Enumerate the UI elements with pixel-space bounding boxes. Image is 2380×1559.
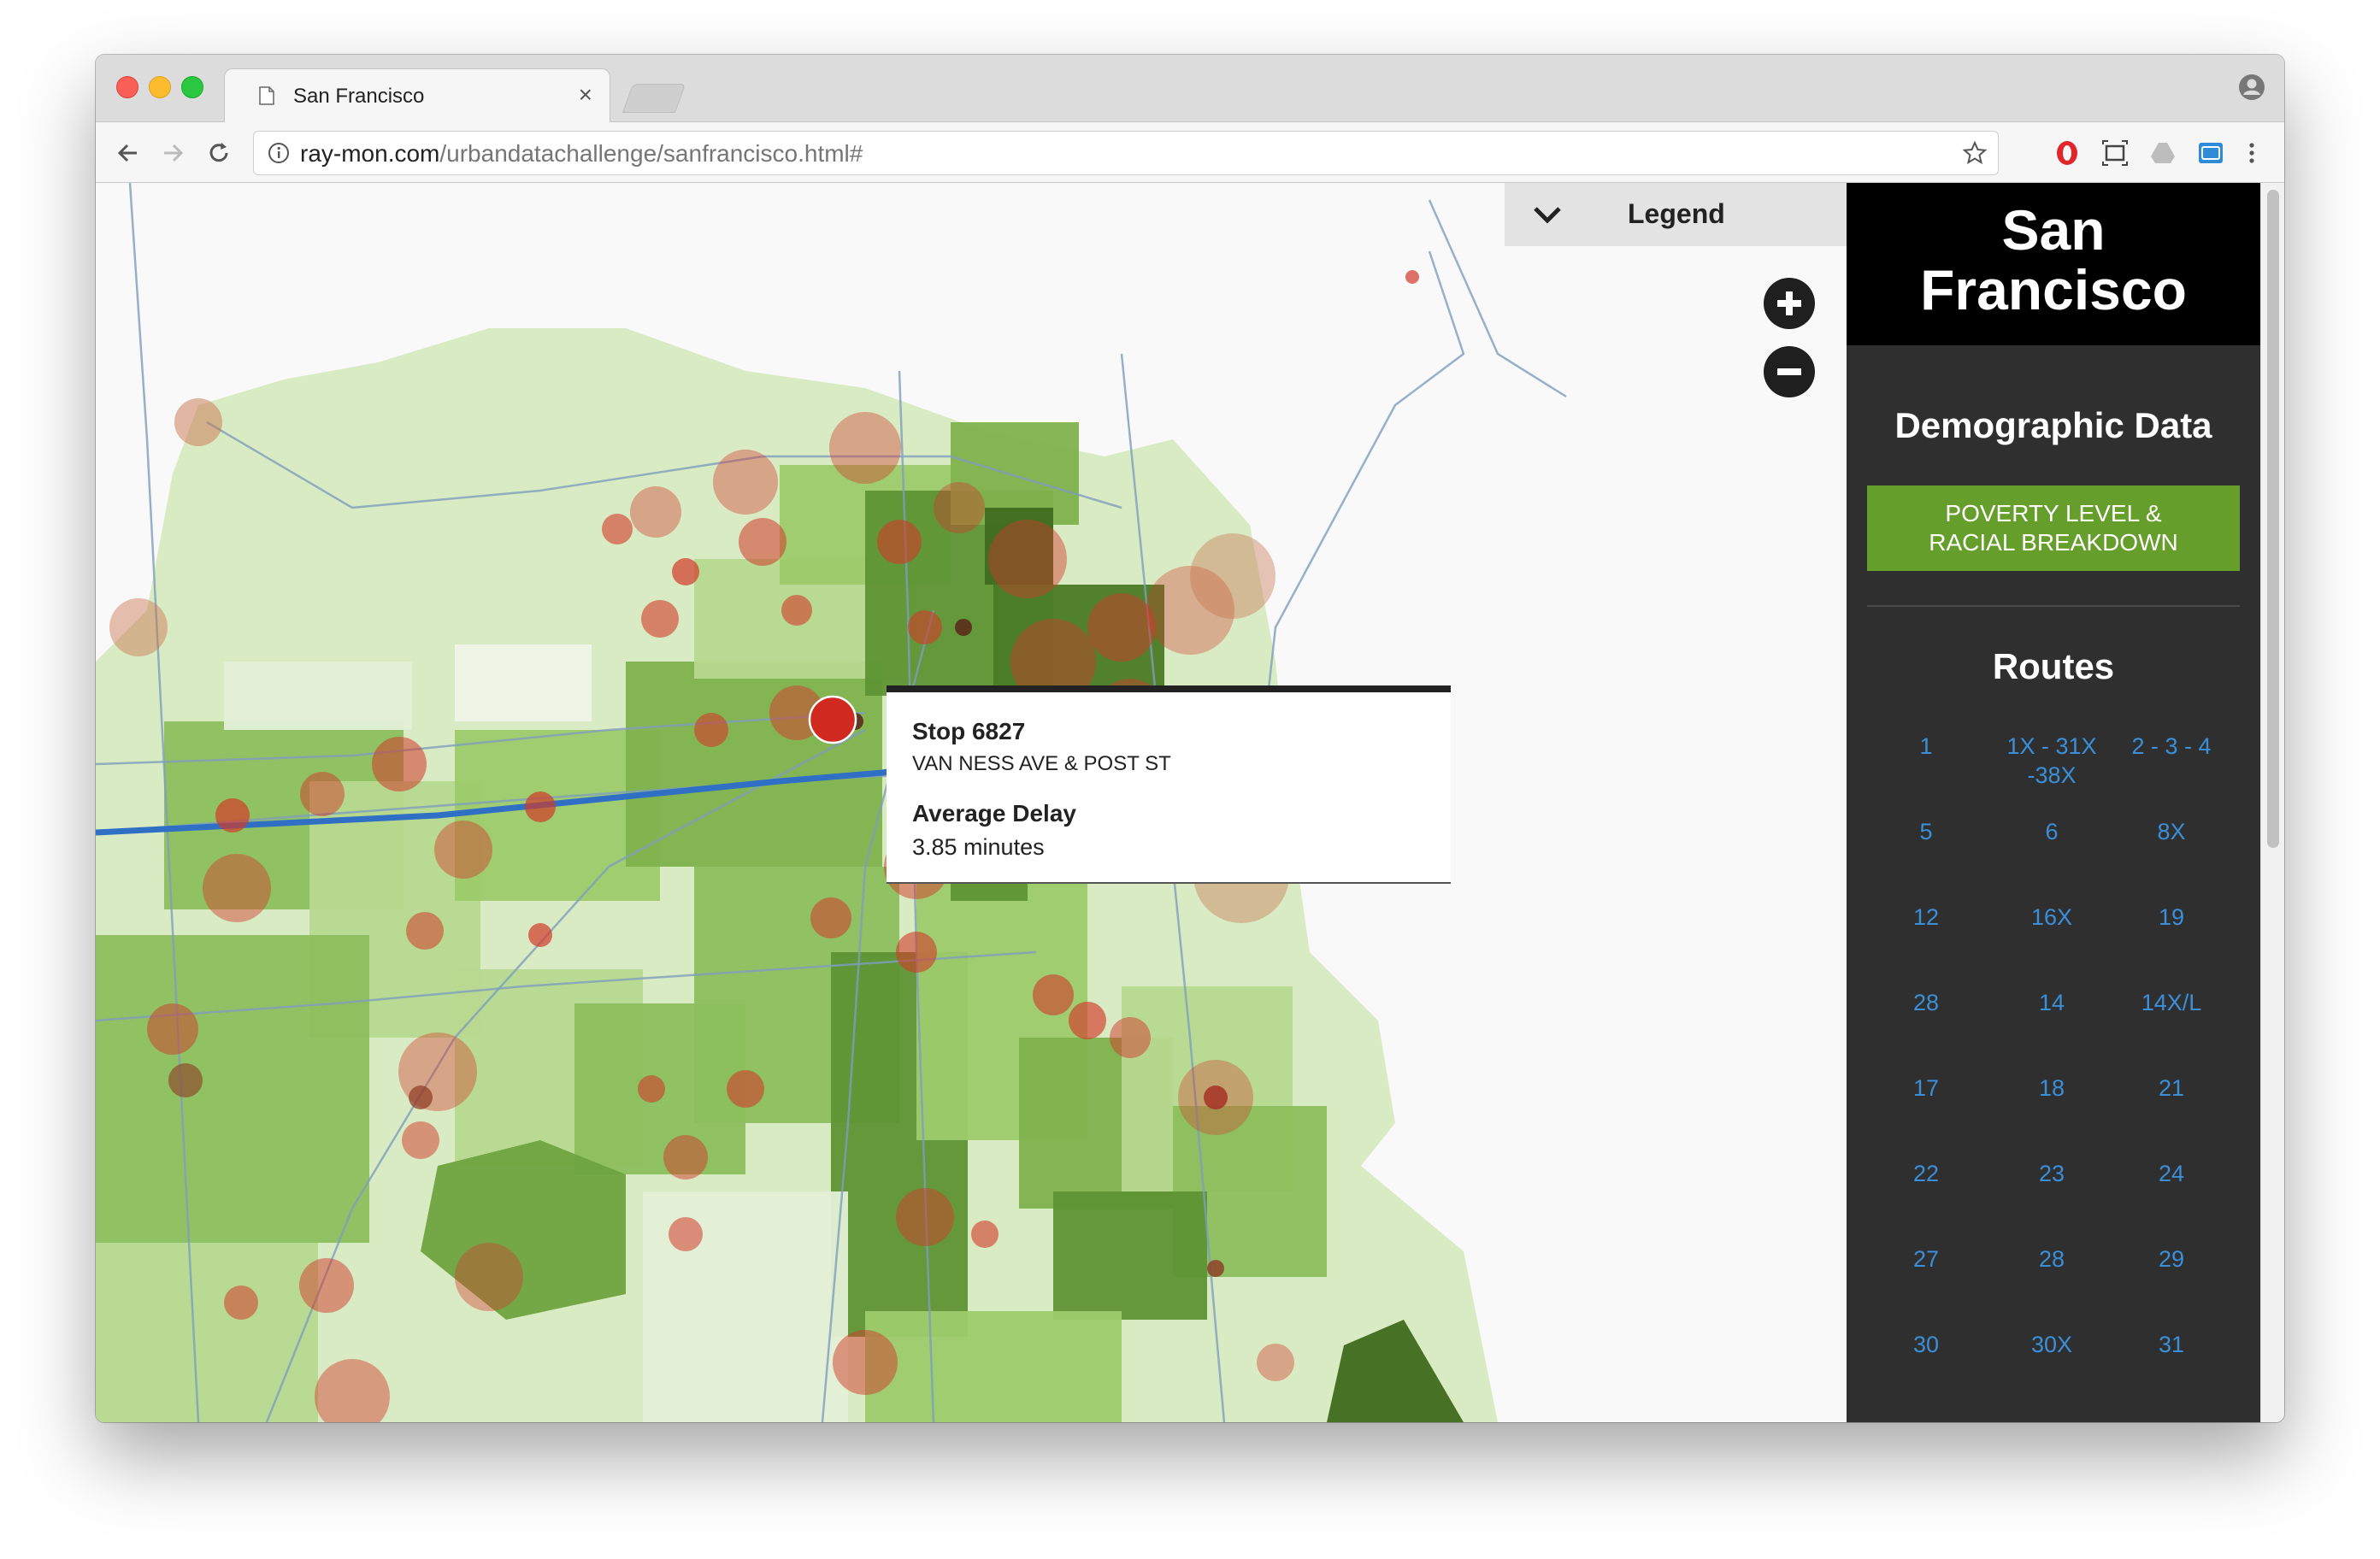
demographic-title: Demographic Data <box>1894 405 2212 445</box>
route-link[interactable]: 12 <box>1862 903 1990 932</box>
reload-icon[interactable] <box>203 138 234 168</box>
route-link[interactable]: 17 <box>1862 1074 1990 1103</box>
route-link[interactable]: 30X <box>1988 1330 2116 1359</box>
chevron-down-icon <box>1534 207 1561 224</box>
tooltip-delay-value: 3.85 minutes <box>912 834 1045 860</box>
route-link[interactable]: 6 <box>1988 817 2116 846</box>
minus-circle-icon[interactable] <box>1763 345 1816 398</box>
new-tab-button[interactable] <box>622 84 686 113</box>
tooltip-stop-id: Stop 6827 <box>912 718 1026 744</box>
sidebar-divider <box>1867 605 2240 607</box>
legend-title: Legend <box>1628 198 1725 229</box>
address-bar[interactable]: ray-mon.com/urbandatachallenge/sanfranci… <box>253 131 1999 175</box>
route-link[interactable]: 5 <box>1862 817 1990 846</box>
route-link[interactable]: 14 <box>1988 988 2116 1017</box>
route-link[interactable]: 1 <box>1862 732 1990 761</box>
tooltip-delay-label: Average Delay <box>912 800 1076 827</box>
tab-close-button[interactable]: × <box>579 81 592 109</box>
drive-extension-icon[interactable] <box>2149 139 2177 167</box>
poverty-racial-button[interactable]: POVERTY LEVEL & RACIAL BREAKDOWN <box>1867 485 2240 571</box>
sidebar: San Francisco Demographic Data POVERTY L… <box>1847 183 2260 1422</box>
page-scrollbar[interactable] <box>2260 183 2284 1422</box>
screenshot-extension-icon[interactable] <box>2101 139 2129 167</box>
back-arrow-icon[interactable] <box>113 138 144 168</box>
stop-tooltip: Stop 6827 VAN NESS AVE & POST ST Average… <box>887 685 1451 884</box>
city-title-line2: Francisco <box>1920 258 2187 321</box>
bookmark-star-icon[interactable] <box>1962 140 1988 166</box>
browser-window: San Francisco × ray-mon.com/urbandatacha… <box>96 55 2284 1422</box>
scrollbar-thumb[interactable] <box>2267 190 2279 848</box>
route-link[interactable]: 28 <box>1862 988 1990 1017</box>
route-link[interactable]: 2 - 3 - 4 <box>2107 732 2236 761</box>
profile-icon[interactable] <box>2238 74 2265 101</box>
title-bar: San Francisco × <box>96 55 2284 124</box>
route-link[interactable]: 28 <box>1988 1244 2116 1274</box>
route-link[interactable]: 18 <box>1988 1074 2116 1103</box>
url-text: ray-mon.com/urbandatachallenge/sanfranci… <box>300 140 863 168</box>
route-link[interactable]: 22 <box>1862 1159 1990 1188</box>
opera-extension-icon[interactable] <box>2053 139 2081 167</box>
legend-toggle[interactable]: Legend <box>1505 183 1847 246</box>
maximize-window-button[interactable] <box>181 76 203 98</box>
city-title: San Francisco <box>1847 183 2260 345</box>
route-link[interactable]: 1X - 31X -38X <box>1983 732 2120 790</box>
page-icon <box>259 86 274 105</box>
menu-kebab-icon[interactable] <box>2238 139 2265 167</box>
route-link[interactable]: 8X <box>2107 817 2236 846</box>
url-path: /urbandatachallenge/sanfrancisco.html# <box>439 140 863 167</box>
info-icon[interactable] <box>268 142 290 164</box>
route-link[interactable]: 14X/L <box>2107 988 2236 1017</box>
city-title-line1: San <box>2001 198 2106 262</box>
route-link[interactable]: 30 <box>1862 1330 1990 1359</box>
route-link[interactable]: 27 <box>1862 1244 1990 1274</box>
routes-title: Routes <box>1992 646 2115 686</box>
route-link[interactable]: 24 <box>2107 1159 2236 1188</box>
forward-arrow-icon[interactable] <box>157 138 188 168</box>
url-host: ray-mon.com <box>300 140 440 167</box>
route-link[interactable]: 21 <box>2107 1074 2236 1103</box>
route-link[interactable]: 16X <box>1988 903 2116 932</box>
route-link[interactable]: 29 <box>2107 1244 2236 1274</box>
css-extension-icon[interactable] <box>2197 139 2224 167</box>
route-link[interactable]: 31 <box>2107 1330 2236 1359</box>
selected-stop-marker <box>808 695 857 744</box>
browser-toolbar: ray-mon.com/urbandatachallenge/sanfranci… <box>96 122 2284 183</box>
tooltip-address: VAN NESS AVE & POST ST <box>912 752 1171 775</box>
close-window-button[interactable] <box>116 76 138 98</box>
poverty-button-line2: RACIAL BREAKDOWN <box>1929 529 2178 556</box>
route-link[interactable]: 23 <box>1988 1159 2116 1188</box>
tab-title: San Francisco <box>293 85 425 108</box>
browser-tab[interactable]: San Francisco × <box>224 68 610 124</box>
route-link[interactable]: 19 <box>2107 903 2236 932</box>
poverty-button-line1: POVERTY LEVEL & <box>1945 500 2162 527</box>
plus-circle-icon[interactable] <box>1763 277 1816 330</box>
minimize-window-button[interactable] <box>149 76 171 98</box>
page-content: Legend Stop 6827 VAN NESS AVE & POST ST … <box>96 183 2284 1422</box>
